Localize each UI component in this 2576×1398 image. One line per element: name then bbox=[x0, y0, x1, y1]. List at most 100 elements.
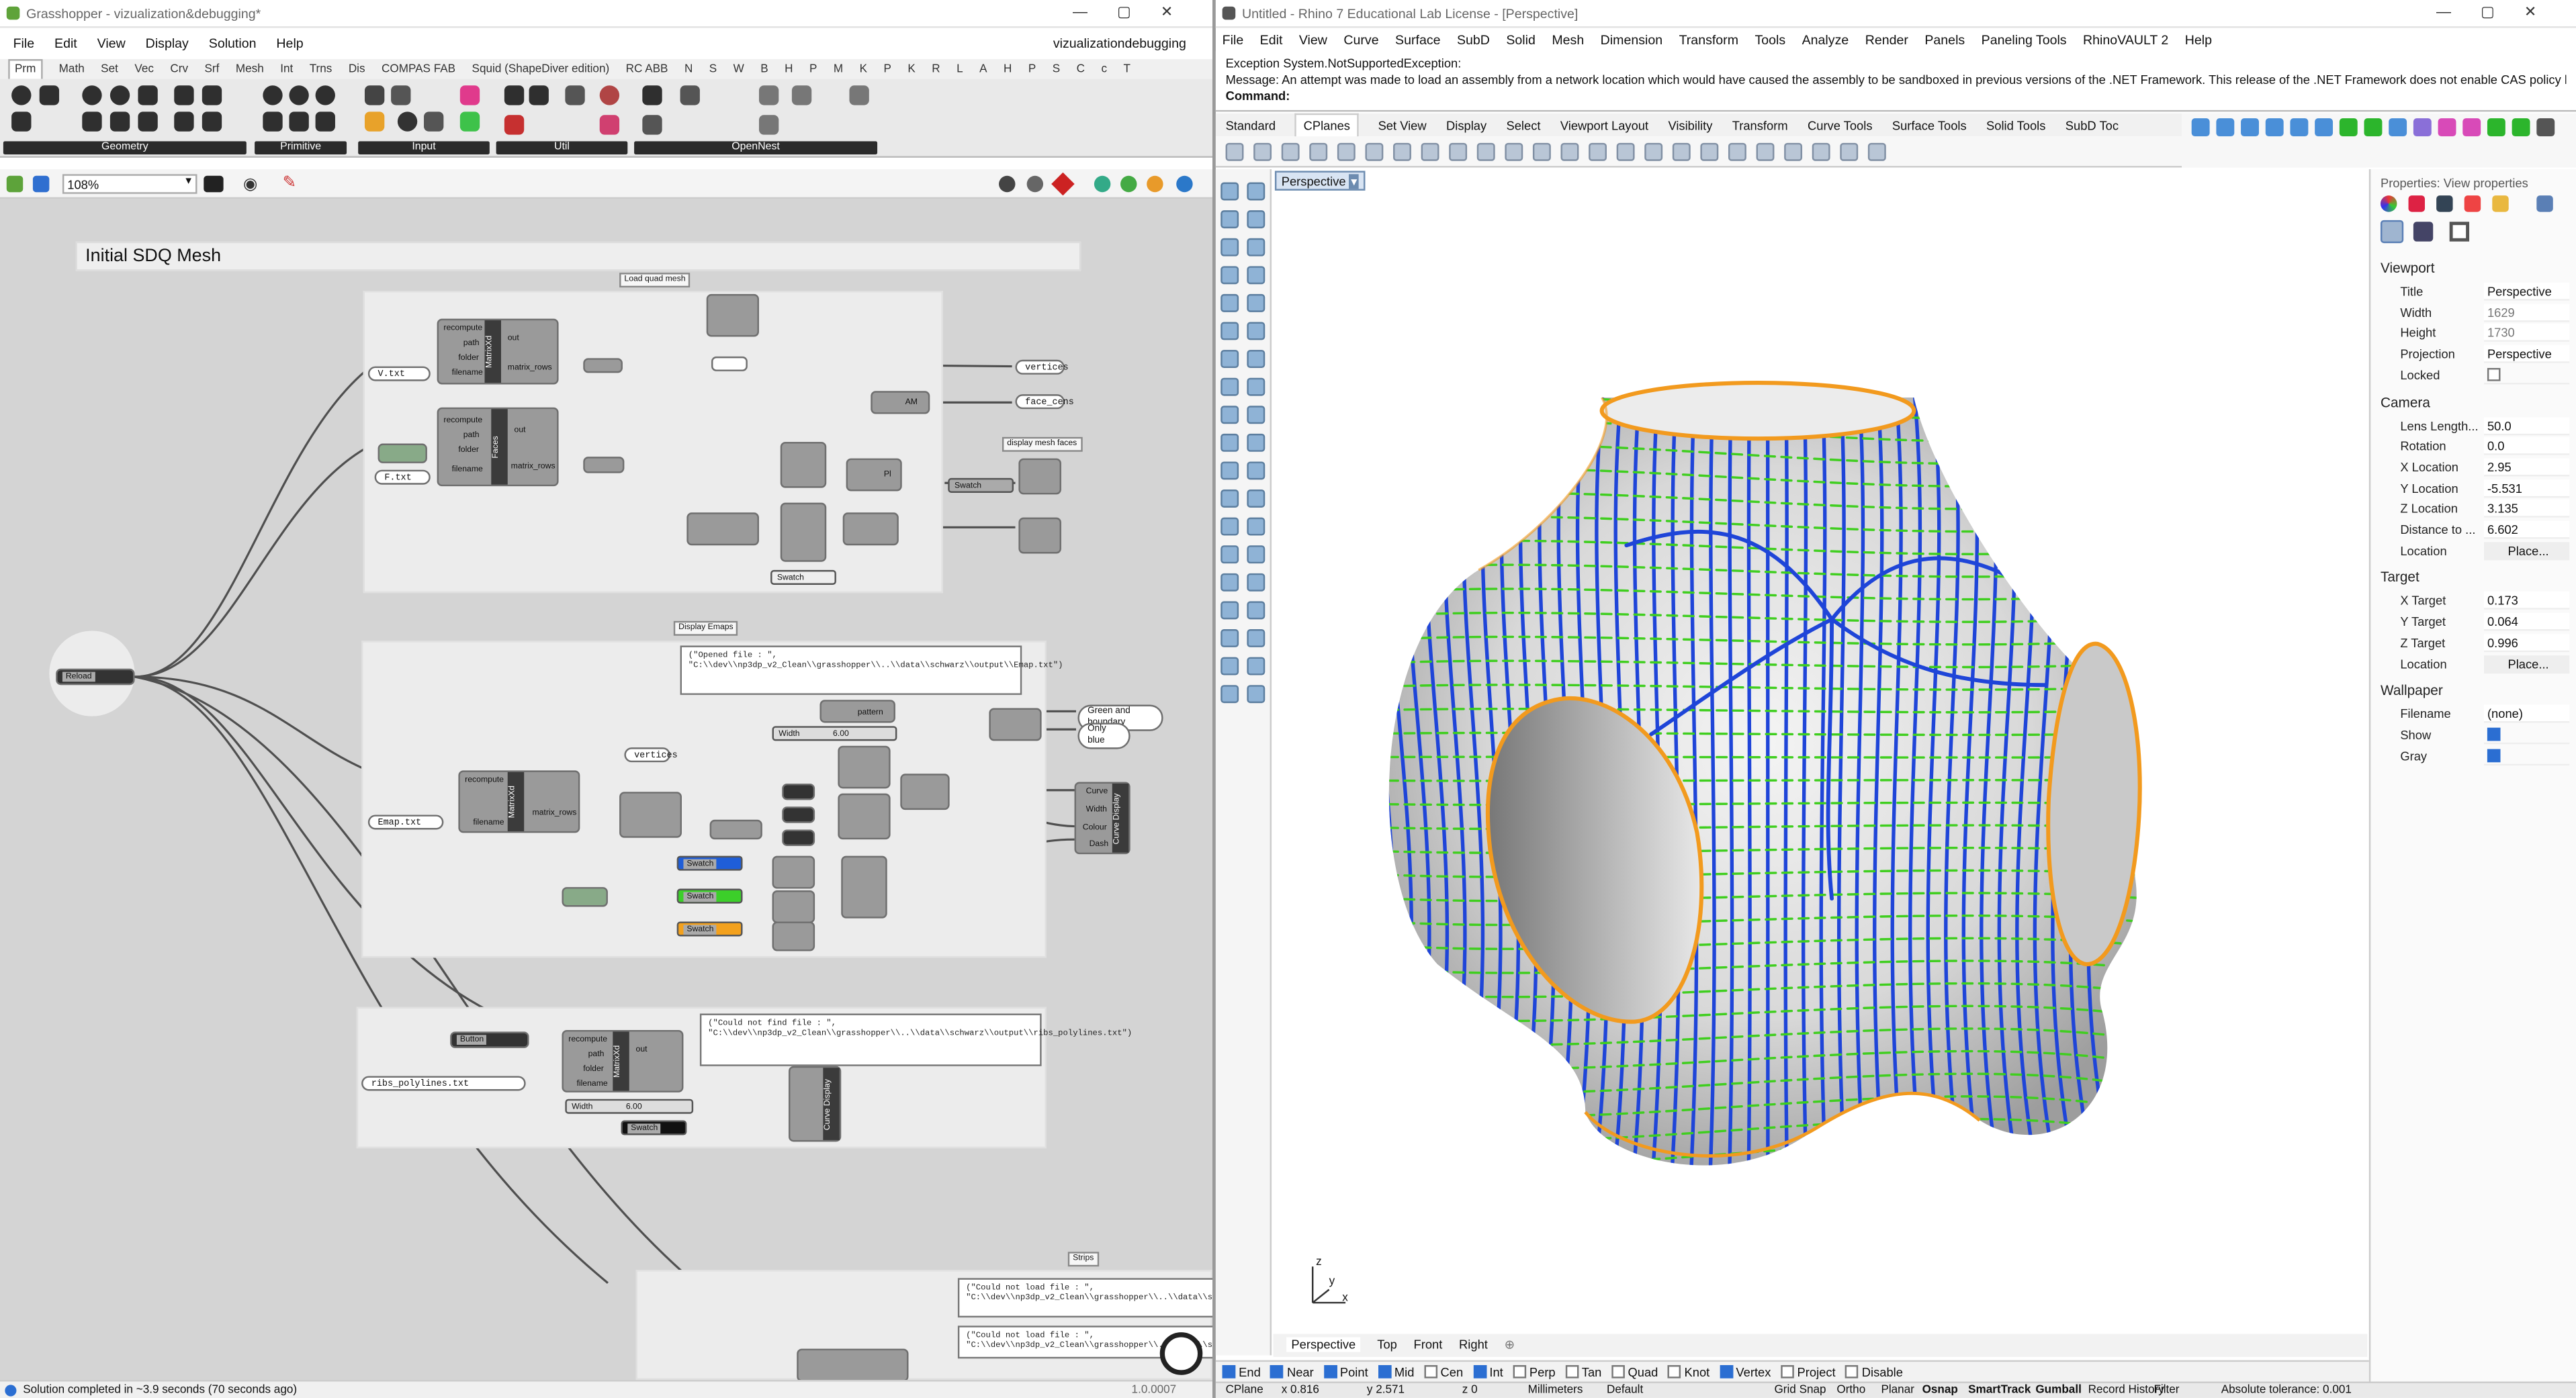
rhino-menu-0[interactable]: File bbox=[1223, 30, 1244, 52]
only-blue-output[interactable]: Only blue bbox=[1077, 723, 1130, 749]
osnap-cen[interactable]: Cen bbox=[1424, 1365, 1463, 1380]
gh-tab-5[interactable]: Srf bbox=[205, 61, 220, 81]
rv2-tool-button[interactable] bbox=[2191, 118, 2210, 137]
colour-component-2[interactable] bbox=[772, 890, 815, 923]
toolbar-button[interactable] bbox=[1616, 142, 1635, 161]
custom-preview-2[interactable] bbox=[1018, 517, 1061, 554]
preview-shaded-icon[interactable] bbox=[1051, 172, 1075, 196]
preview-mesh-icon[interactable] bbox=[1120, 175, 1137, 193]
prop-value[interactable] bbox=[2484, 366, 2570, 384]
radial-menu-icon[interactable] bbox=[1159, 1332, 1203, 1375]
merge-component[interactable] bbox=[841, 855, 887, 919]
checkbox-icon[interactable] bbox=[2487, 367, 2501, 381]
number-7-a[interactable] bbox=[782, 783, 815, 800]
gradient-icon[interactable] bbox=[459, 111, 480, 132]
tab-top[interactable]: Top bbox=[1377, 1337, 1397, 1352]
surface-param-icon[interactable] bbox=[138, 111, 158, 132]
gh-tab-21[interactable]: P bbox=[884, 61, 891, 81]
left-tool-button[interactable] bbox=[1220, 601, 1239, 620]
nest-icon[interactable] bbox=[642, 85, 662, 105]
left-tool-button[interactable] bbox=[1247, 322, 1265, 340]
left-tool-button[interactable] bbox=[1220, 657, 1239, 675]
command-prompt[interactable]: Command: bbox=[1226, 89, 2567, 105]
rv2-tool-button[interactable] bbox=[2462, 118, 2481, 137]
eye-icon[interactable]: ◉ bbox=[243, 176, 257, 194]
geometry-param-icon[interactable] bbox=[202, 111, 222, 132]
rhino-menu-14[interactable]: Paneling Tools bbox=[1982, 30, 2067, 52]
left-tool-button[interactable] bbox=[1247, 657, 1265, 675]
rhino-menu-8[interactable]: Dimension bbox=[1601, 30, 1662, 52]
toolbar-button[interactable] bbox=[1253, 142, 1272, 161]
toolbar-button[interactable] bbox=[1505, 142, 1523, 161]
gh-menu-view[interactable]: View bbox=[97, 33, 126, 56]
mesh-construct-component[interactable] bbox=[686, 512, 759, 546]
matrixxd-component-emap[interactable]: MatrixXd recompute filename matrix_rows bbox=[458, 770, 580, 833]
swatch-black[interactable]: Swatch bbox=[621, 1120, 687, 1135]
checkbox-icon[interactable] bbox=[1323, 1365, 1337, 1379]
vertices-param-2[interactable]: vertices bbox=[624, 747, 678, 763]
prop-value[interactable]: Place... bbox=[2484, 541, 2570, 560]
left-tool-button[interactable] bbox=[1247, 490, 1265, 508]
gh-tab-7[interactable]: Int bbox=[280, 61, 293, 81]
cluster-icon[interactable] bbox=[504, 85, 525, 105]
toolbar-tab-4[interactable]: Select bbox=[1506, 115, 1540, 138]
prop-value[interactable]: -5.531 bbox=[2484, 479, 2570, 498]
viewport-icon[interactable] bbox=[2449, 222, 2470, 242]
toolbar-button[interactable] bbox=[1756, 142, 1775, 161]
vis-component[interactable] bbox=[583, 358, 623, 373]
tab-right[interactable]: Right bbox=[1459, 1337, 1488, 1352]
prop-value[interactable]: Place... bbox=[2484, 654, 2570, 673]
left-tool-button[interactable] bbox=[1220, 322, 1239, 340]
rv2-tool-button[interactable] bbox=[2265, 118, 2284, 137]
rhino-menu-5[interactable]: SubD bbox=[1457, 30, 1490, 52]
gh-tab-19[interactable]: M bbox=[834, 61, 843, 81]
prop-value[interactable]: 3.135 bbox=[2484, 500, 2570, 518]
text-param-icon[interactable] bbox=[263, 111, 283, 132]
status-toggle-ortho[interactable]: Ortho bbox=[1836, 1383, 1865, 1398]
gh-tab-6[interactable]: Mesh bbox=[236, 61, 264, 81]
gh-menu-solution[interactable]: Solution bbox=[209, 33, 257, 56]
toolbar-button[interactable] bbox=[1784, 142, 1803, 161]
prop-value[interactable] bbox=[2484, 726, 2570, 744]
gh-tab-1[interactable]: Math bbox=[59, 61, 85, 81]
left-tool-button[interactable] bbox=[1247, 685, 1265, 704]
gh-menu-edit[interactable]: Edit bbox=[54, 33, 77, 56]
toolbar-button[interactable] bbox=[1393, 142, 1411, 161]
swatch-blue[interactable]: Swatch bbox=[676, 855, 743, 871]
matrixxd-component-ribs[interactable]: MatrixXd recompute path folder filename … bbox=[562, 1029, 684, 1092]
left-tool-button[interactable] bbox=[1247, 266, 1265, 285]
rv2-tool-button[interactable] bbox=[2216, 118, 2235, 137]
checkbox-icon[interactable] bbox=[1378, 1365, 1391, 1379]
rhino-menu-7[interactable]: Mesh bbox=[1552, 30, 1584, 52]
gh-tab-14[interactable]: S bbox=[709, 61, 717, 81]
nest-wave-icon[interactable] bbox=[642, 115, 662, 135]
toolbar-button[interactable] bbox=[1840, 142, 1859, 161]
button-icon[interactable] bbox=[391, 85, 411, 105]
checkbox-icon[interactable] bbox=[1845, 1365, 1859, 1379]
swatch-orange[interactable]: Swatch bbox=[676, 921, 743, 937]
left-tool-button[interactable] bbox=[1220, 685, 1239, 704]
toolbar-button[interactable] bbox=[1812, 142, 1830, 161]
l-component-3[interactable] bbox=[838, 793, 891, 840]
opened-file-panel[interactable]: ("Opened file : ", "C:\\dev\\np3dp_v2_Cl… bbox=[680, 645, 1063, 695]
perspective-viewport[interactable]: z y x bbox=[1273, 192, 2368, 1334]
toolbar-button[interactable] bbox=[1421, 142, 1439, 161]
left-tool-button[interactable] bbox=[1247, 433, 1265, 452]
rhino-menu-11[interactable]: Analyze bbox=[1802, 30, 1849, 52]
gh-menu-file[interactable]: File bbox=[13, 33, 35, 56]
left-tool-button[interactable] bbox=[1220, 377, 1239, 396]
gh-tab-13[interactable]: N bbox=[684, 61, 693, 81]
prop-value[interactable]: (none) bbox=[2484, 705, 2570, 723]
status-toggle-planar[interactable]: Planar bbox=[1881, 1383, 1914, 1398]
toggle-icon[interactable] bbox=[364, 85, 385, 105]
status-toggle-osnap[interactable]: Osnap bbox=[1922, 1383, 1958, 1398]
dispatch-component[interactable] bbox=[989, 708, 1042, 741]
toolbar-button[interactable] bbox=[1449, 142, 1468, 161]
colour-component-1[interactable] bbox=[772, 855, 815, 889]
left-tool-button[interactable] bbox=[1220, 545, 1239, 564]
rhino-menu-9[interactable]: Transform bbox=[1679, 30, 1738, 52]
left-tool-button[interactable] bbox=[1247, 461, 1265, 480]
left-tool-button[interactable] bbox=[1247, 601, 1265, 620]
rhino-menu-2[interactable]: View bbox=[1299, 30, 1327, 52]
osnap-disable[interactable]: Disable bbox=[1845, 1365, 1903, 1380]
